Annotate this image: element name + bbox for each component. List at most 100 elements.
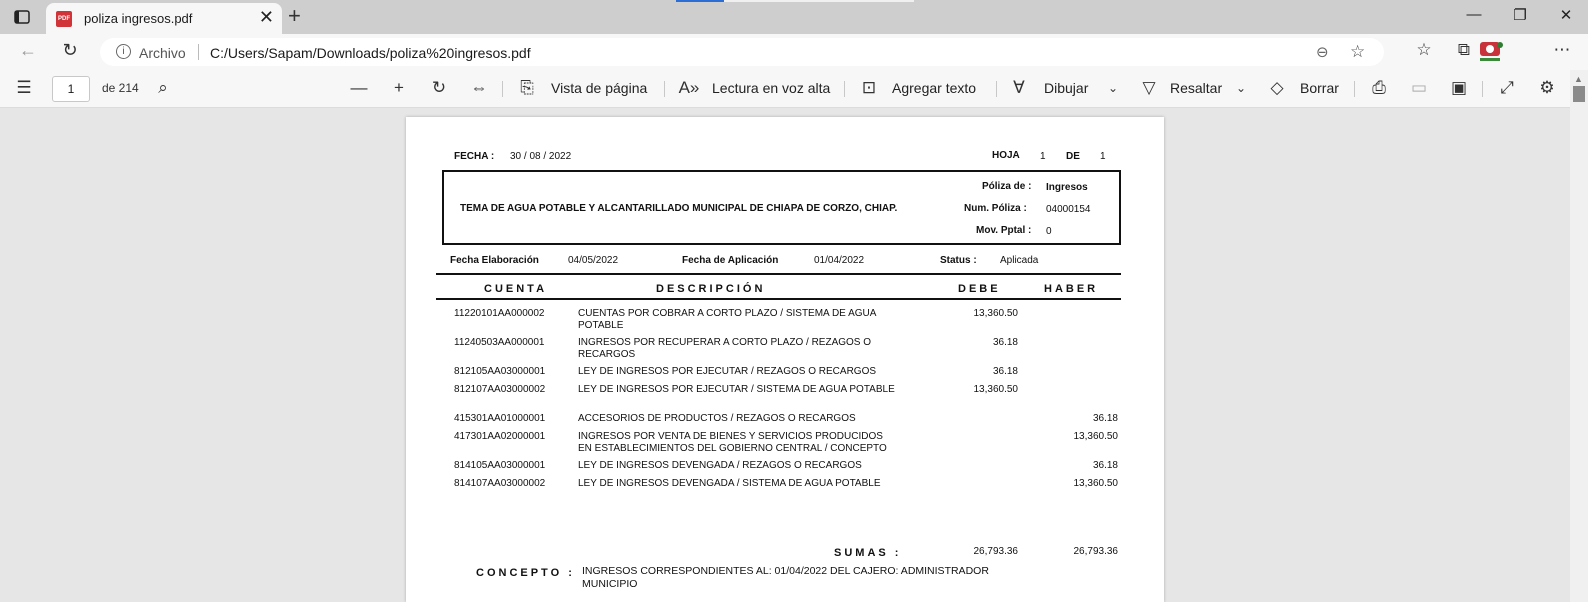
- descripcion-cell: LEY DE INGRESOS POR EJECUTAR / SISTEMA D…: [578, 384, 895, 395]
- descripcion-cell: INGRESOS POR VENTA DE BIENES Y SERVICIOS…: [578, 431, 887, 454]
- toolbar-divider: [1482, 81, 1483, 97]
- descripcion-cell: CUENTAS POR COBRAR A CORTO PLAZO / SISTE…: [578, 308, 876, 331]
- more-options-icon[interactable]: ⋯: [1550, 40, 1574, 60]
- column-header-haber: HABER: [1044, 283, 1099, 295]
- toolbar-divider: [502, 81, 503, 97]
- add-favorite-icon[interactable]: ☆: [1350, 42, 1365, 62]
- save-as-icon[interactable]: ▣: [1448, 78, 1470, 98]
- profile-logo-icon: [1480, 42, 1503, 61]
- toolbar-divider: [844, 81, 845, 97]
- page-count: de 214: [102, 81, 139, 95]
- haber-cell: 36.18: [1092, 460, 1118, 471]
- address-bar[interactable]: i Archivo C:/Users/Sapam/Downloads/poliz…: [100, 38, 1384, 66]
- fecha-value: 30 / 08 / 2022: [510, 151, 572, 162]
- erase-icon[interactable]: ◇: [1266, 78, 1288, 98]
- favorites-icon[interactable]: ☆: [1412, 40, 1436, 60]
- mov-pptal-value: 0: [1046, 226, 1052, 237]
- back-icon[interactable]: ←: [16, 40, 40, 61]
- cuenta-cell: 11220101AA000002: [454, 308, 545, 319]
- cuenta-cell: 415301AA01000001: [454, 413, 546, 424]
- add-text-button[interactable]: Agregar texto: [892, 80, 976, 96]
- highlight-options-chevron-down-icon[interactable]: ⌄: [1230, 81, 1252, 95]
- descripcion-cell: ACCESORIOS DE PRODUCTOS / REZAGOS O RECA…: [578, 413, 856, 424]
- poliza-de-label: Póliza de :: [982, 181, 1032, 192]
- read-aloud-icon[interactable]: A»: [678, 78, 700, 98]
- active-tab[interactable]: PDF poliza ingresos.pdf ✕: [46, 3, 282, 34]
- settings-gear-icon[interactable]: ⚙: [1536, 78, 1558, 98]
- scrollbar-thumb[interactable]: [1573, 86, 1585, 102]
- profile-avatar[interactable]: [1476, 39, 1506, 65]
- pdf-page: FECHA : 30 / 08 / 2022 HOJA 1 DE 1 TEMA …: [406, 117, 1164, 602]
- zoom-in-icon[interactable]: +: [388, 78, 410, 98]
- cuenta-cell: 814107AA03000002: [454, 478, 546, 489]
- scroll-up-icon[interactable]: ▲: [1574, 74, 1583, 84]
- draw-button[interactable]: Dibujar: [1044, 80, 1088, 96]
- table-of-contents-icon[interactable]: ☰: [13, 78, 35, 98]
- descripcion-cell: INGRESOS POR RECUPERAR A CORTO PLAZO / R…: [578, 337, 872, 360]
- haber-cell: 36.18: [1092, 413, 1118, 424]
- highlight-button[interactable]: Resaltar: [1170, 80, 1222, 96]
- cuenta-cell: 812105AA03000001: [454, 366, 546, 377]
- url-text[interactable]: C:/Users/Sapam/Downloads/poliza%20ingres…: [210, 45, 531, 61]
- workspaces-button[interactable]: [12, 8, 32, 26]
- column-header-cuenta: CUENTA: [484, 283, 548, 295]
- cuenta-cell: 812107AA03000002: [454, 384, 546, 395]
- de-label: DE: [1066, 151, 1080, 162]
- table-row: 814107AA03000002 LEY DE INGRESOS DEVENGA…: [406, 478, 1164, 502]
- zoom-out-icon[interactable]: ⊖: [1316, 43, 1329, 61]
- num-poliza-label: Num. Póliza :: [964, 203, 1027, 214]
- refresh-icon[interactable]: ↻: [58, 40, 82, 61]
- column-header-descripcion: DESCRIPCIÓN: [656, 283, 766, 295]
- tab-strip: PDF poliza ingresos.pdf ✕ + — ❐ ✕: [0, 0, 1588, 34]
- collections-icon[interactable]: ⧉: [1452, 40, 1476, 60]
- info-icon[interactable]: i: [116, 44, 131, 59]
- zoom-out-icon[interactable]: —: [348, 78, 370, 98]
- cuenta-cell: 417301AA02000001: [454, 431, 546, 442]
- vertical-scrollbar[interactable]: ▲: [1570, 70, 1588, 602]
- draw-options-chevron-down-icon[interactable]: ⌄: [1102, 81, 1124, 95]
- table-row: 812107AA03000002 LEY DE INGRESOS POR EJE…: [406, 384, 1164, 408]
- table-top-rule: [436, 273, 1121, 275]
- rotate-icon[interactable]: ↻: [428, 78, 450, 98]
- column-header-debe: DEBE: [958, 283, 1001, 295]
- close-window-icon[interactable]: ✕: [1554, 6, 1578, 24]
- erase-button[interactable]: Borrar: [1300, 80, 1339, 96]
- concepto-label: CONCEPTO :: [476, 567, 575, 579]
- page-view-button[interactable]: Vista de página: [551, 80, 647, 96]
- tab-actions-icon: [14, 10, 30, 24]
- add-text-icon[interactable]: ⊡: [858, 78, 880, 98]
- draw-icon[interactable]: ∀: [1008, 78, 1030, 98]
- navigation-bar: ← ↻ i Archivo C:/Users/Sapam/Downloads/p…: [0, 34, 1588, 70]
- print-icon[interactable]: ⎙: [1368, 78, 1390, 98]
- toolbar-divider: [1354, 81, 1355, 97]
- page-view-icon[interactable]: ⎘: [516, 78, 538, 98]
- debe-cell: 36.18: [992, 366, 1018, 377]
- tab-title: poliza ingresos.pdf: [84, 11, 193, 26]
- minimize-icon[interactable]: —: [1462, 6, 1486, 23]
- site-info-label[interactable]: Archivo: [139, 45, 186, 61]
- debe-cell: 36.18: [992, 337, 1018, 348]
- read-aloud-button[interactable]: Lectura en voz alta: [712, 80, 830, 96]
- new-tab-icon[interactable]: +: [288, 4, 301, 28]
- save-icon[interactable]: ▭: [1408, 78, 1430, 98]
- haber-cell: 13,360.50: [1073, 431, 1119, 442]
- toolbar-divider: [996, 81, 997, 97]
- haber-cell: 13,360.50: [1073, 478, 1119, 489]
- poliza-de-value: Ingresos: [1046, 182, 1088, 193]
- sumas-label: SUMAS :: [834, 547, 902, 559]
- restore-icon[interactable]: ❐: [1508, 6, 1532, 24]
- close-tab-icon[interactable]: ✕: [259, 8, 274, 26]
- fecha-elaboracion-label: Fecha Elaboración: [450, 255, 539, 266]
- table-header-rule: [436, 298, 1121, 300]
- fit-to-width-icon[interactable]: ⇔: [468, 78, 490, 98]
- debe-cell: 13,360.50: [973, 384, 1019, 395]
- fullscreen-icon[interactable]: ⤢: [1496, 78, 1518, 98]
- page-number-input[interactable]: 1: [52, 76, 90, 102]
- entity-name: TEMA DE AGUA POTABLE Y ALCANTARILLADO MU…: [460, 203, 898, 214]
- num-poliza-value: 04000154: [1046, 204, 1091, 215]
- search-icon[interactable]: ⌕: [152, 78, 174, 98]
- concepto-value: INGRESOS CORRESPONDIENTES AL: 01/04/2022…: [582, 565, 989, 590]
- pdf-toolbar: ☰ 1 de 214 ⌕ — + ↻ ⇔ ⎘ Vista de página A…: [0, 70, 1588, 108]
- de-value: 1: [1100, 151, 1106, 162]
- highlight-icon[interactable]: ▽: [1138, 78, 1160, 98]
